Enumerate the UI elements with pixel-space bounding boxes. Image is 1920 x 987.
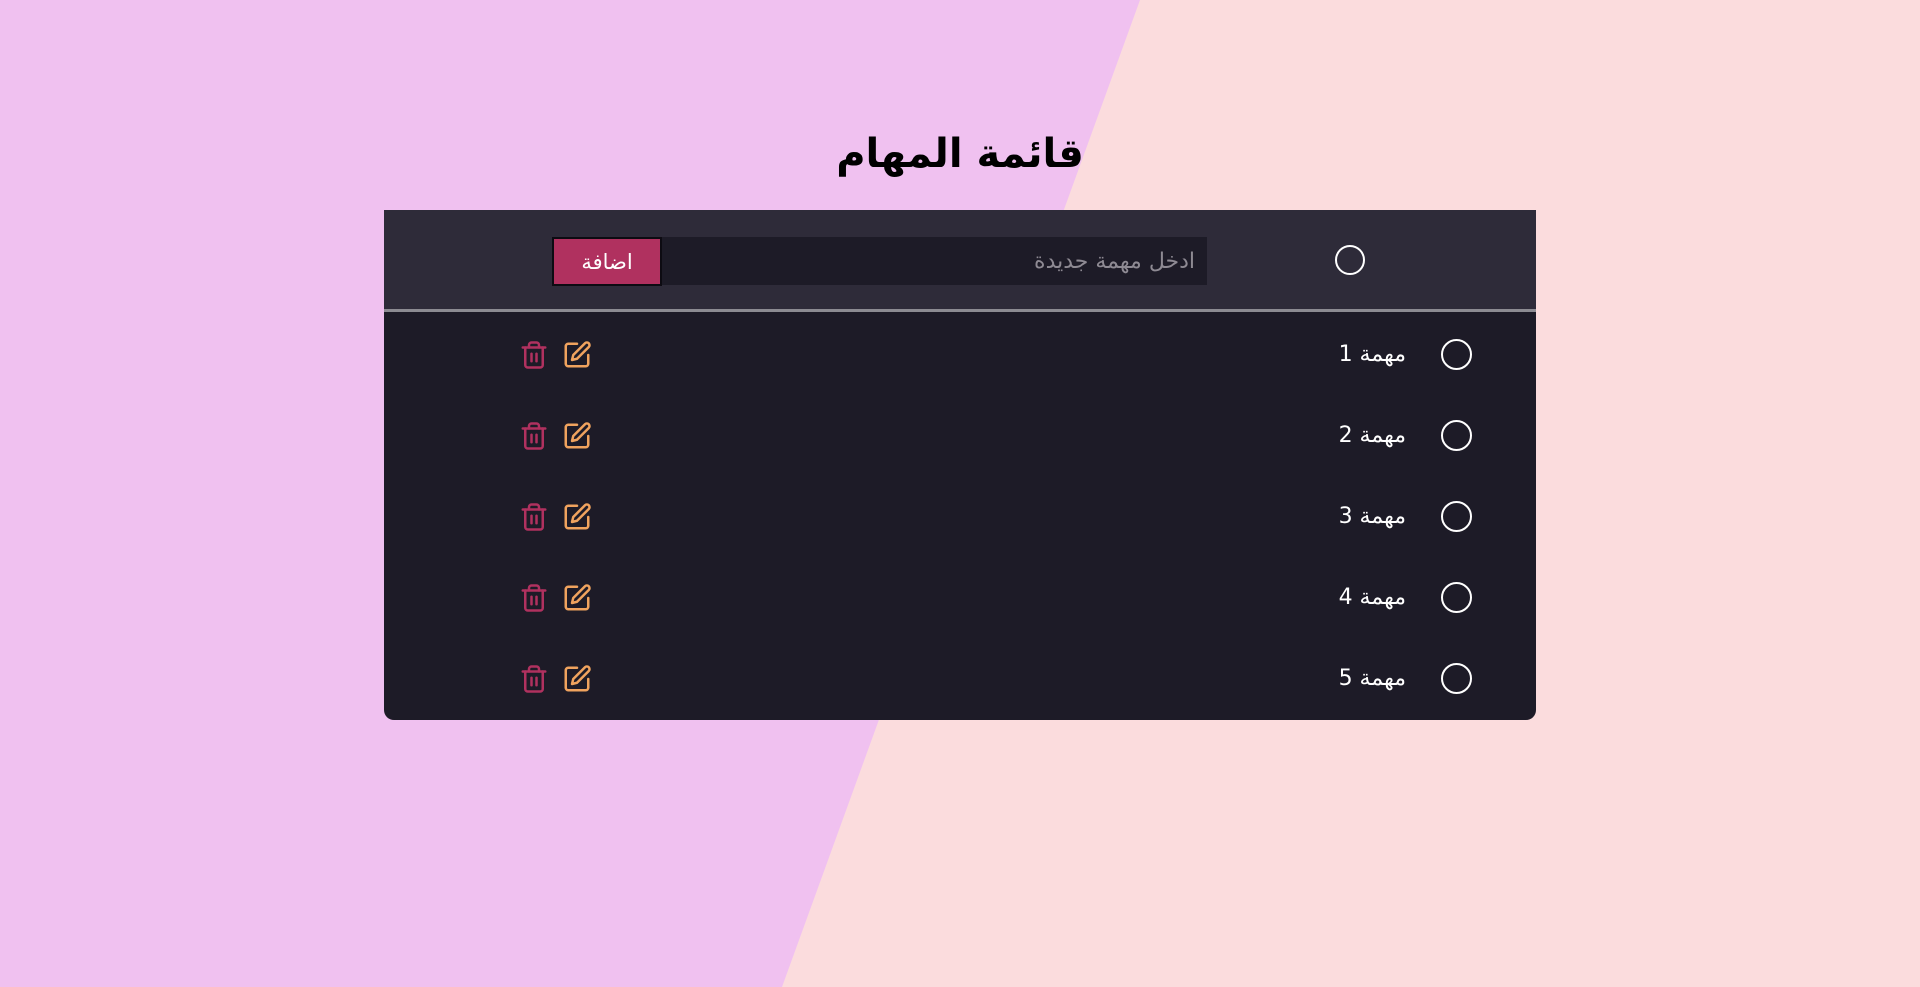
task-toggle-circle-icon[interactable]: [1441, 663, 1472, 694]
trash-icon[interactable]: [519, 664, 549, 694]
task-toggle-circle-icon[interactable]: [1441, 420, 1472, 451]
trash-icon[interactable]: [519, 421, 549, 451]
new-task-input[interactable]: [662, 237, 1207, 285]
circle-icon: [1335, 245, 1365, 275]
task-label: مهمة 2: [1338, 423, 1406, 448]
add-task-bar: اضافة: [384, 210, 1536, 312]
task-label: مهمة 4: [1338, 585, 1406, 610]
add-task-button[interactable]: اضافة: [552, 237, 662, 286]
trash-icon[interactable]: [519, 502, 549, 532]
task-item: مهمة 5: [384, 649, 1536, 709]
task-toggle-circle-icon[interactable]: [1441, 501, 1472, 532]
task-toggle-circle-icon[interactable]: [1441, 339, 1472, 370]
trash-icon[interactable]: [519, 583, 549, 613]
todo-panel: اضافة مهمة 1: [384, 210, 1536, 720]
task-label: مهمة 3: [1338, 504, 1406, 529]
trash-icon[interactable]: [519, 340, 549, 370]
task-item: مهمة 4: [384, 568, 1536, 628]
edit-icon[interactable]: [562, 340, 592, 370]
edit-icon[interactable]: [562, 583, 592, 613]
edit-icon[interactable]: [562, 502, 592, 532]
task-item: مهمة 3: [384, 487, 1536, 547]
page-title: قائمة المهام: [836, 131, 1084, 177]
task-label: مهمة 5: [1338, 666, 1406, 691]
task-item: مهمة 2: [384, 406, 1536, 466]
edit-icon[interactable]: [562, 664, 592, 694]
edit-icon[interactable]: [562, 421, 592, 451]
task-item: مهمة 1: [384, 325, 1536, 385]
task-toggle-circle-icon[interactable]: [1441, 582, 1472, 613]
task-label: مهمة 1: [1338, 342, 1406, 367]
